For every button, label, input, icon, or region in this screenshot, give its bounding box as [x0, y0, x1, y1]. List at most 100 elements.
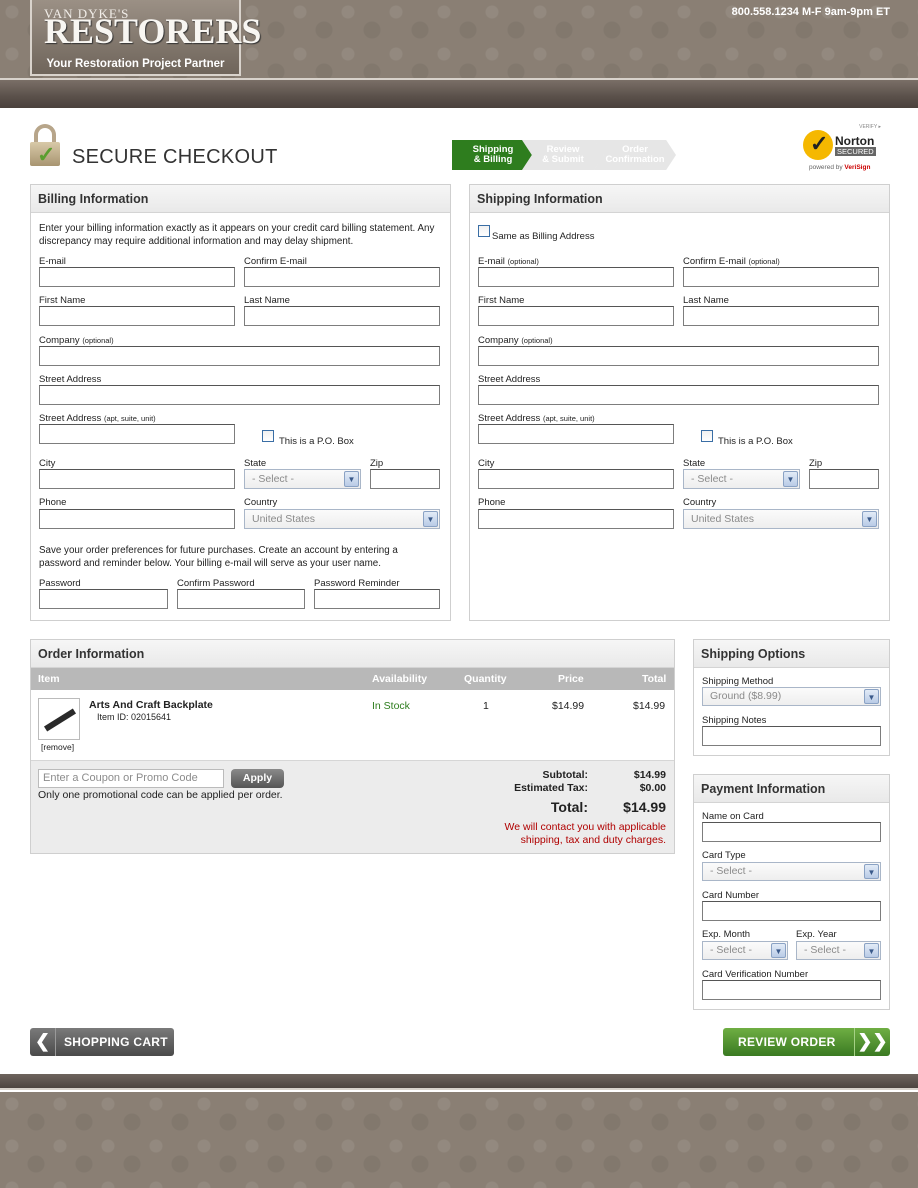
billing-phone-field[interactable] [39, 509, 235, 529]
subtotal-label: Subtotal: [542, 769, 589, 781]
exp-month-select[interactable]: - Select - ▼ [702, 941, 788, 960]
shipping-panel: Shipping Information Same as Billing Add… [469, 184, 890, 621]
shipping-notes-field[interactable] [702, 726, 881, 746]
subtotal-value: $14.99 [633, 769, 666, 781]
item-thumbnail[interactable] [38, 698, 80, 740]
promo-note: Only one promotional code can be applied… [38, 789, 283, 801]
billing-first-name-field[interactable] [39, 306, 235, 326]
billing-email-field[interactable] [39, 267, 235, 287]
item-availability: In Stock [372, 700, 410, 712]
billing-city-label: City [39, 458, 56, 469]
shipping-street2-field[interactable] [478, 424, 674, 444]
site-logo[interactable]: VAN DYKE'S RESTORERS Your Restoration Pr… [30, 0, 261, 76]
password-field[interactable] [39, 589, 168, 609]
tax-value: $0.00 [639, 782, 666, 794]
shipping-first-name-field[interactable] [478, 306, 674, 326]
billing-city-field[interactable] [39, 469, 235, 489]
order-panel: Order Information Item Availability Quan… [30, 639, 675, 854]
billing-state-select[interactable]: - Select - ▼ [244, 469, 361, 489]
step-order-confirmation: Order Confirmation [594, 140, 676, 170]
shipping-options-title: Shipping Options [694, 640, 889, 668]
same-as-billing-checkbox[interactable] [478, 225, 490, 237]
confirm-password-field[interactable] [177, 589, 305, 609]
shipping-state-label: State [683, 458, 706, 469]
billing-company-field[interactable] [39, 346, 440, 366]
step-shipping-billing: Shipping & Billing [452, 140, 534, 170]
tax-label: Estimated Tax: [514, 782, 588, 794]
shipping-phone-field[interactable] [478, 509, 674, 529]
shipping-last-name-field[interactable] [683, 306, 879, 326]
chevron-down-icon: ▼ [783, 471, 798, 487]
chevron-down-icon: ▼ [344, 471, 359, 487]
billing-title: Billing Information [31, 185, 450, 213]
review-order-button[interactable]: REVIEW ORDER ❯❯ [723, 1028, 890, 1056]
shipping-city-field[interactable] [478, 469, 674, 489]
billing-last-name-label: Last Name [244, 295, 290, 306]
billing-last-name-field[interactable] [244, 306, 440, 326]
card-type-select[interactable]: - Select - ▼ [702, 862, 881, 881]
shopping-cart-label: SHOPPING CART [64, 1035, 168, 1049]
phone-hours: 800.558.1234 M-F 9am-9pm ET [731, 6, 890, 18]
shipping-phone-label: Phone [478, 497, 506, 508]
shipping-method-select[interactable]: Ground ($8.99) ▼ [702, 687, 881, 706]
lock-icon: ✓ [30, 124, 62, 168]
confirm-password-label: Confirm Password [177, 578, 255, 589]
shipping-method-label: Shipping Method [702, 676, 774, 687]
shipping-confirm-email-label: Confirm E-mail (optional) [683, 256, 780, 267]
password-reminder-field[interactable] [314, 589, 440, 609]
remove-item-link[interactable]: [remove] [41, 742, 74, 752]
shipping-country-select[interactable]: United States ▼ [683, 509, 879, 529]
exp-year-select[interactable]: - Select - ▼ [796, 941, 881, 960]
order-table-header: Item Availability Quantity Price Total [31, 668, 674, 690]
billing-confirm-email-label: Confirm E-mail [244, 256, 307, 267]
col-price: Price [558, 673, 584, 685]
total-label: Total: [550, 799, 588, 815]
cvv-label: Card Verification Number [702, 969, 809, 980]
shipping-street-field[interactable] [478, 385, 879, 405]
norton-secured-badge[interactable]: VERIFY ▸ ✓ Norton SECURED powered by Ver… [803, 124, 887, 174]
shipping-company-field[interactable] [478, 346, 879, 366]
chevron-down-icon: ▼ [864, 943, 879, 958]
chevron-left-icon: ❮ [30, 1028, 56, 1056]
shipping-street2-label: Street Address (apt, suite, unit) [478, 413, 595, 424]
billing-po-box-checkbox[interactable] [262, 430, 274, 442]
cvv-field[interactable] [702, 980, 881, 1000]
password-reminder-label: Password Reminder [314, 578, 400, 589]
site-header: VAN DYKE'S RESTORERS Your Restoration Pr… [0, 0, 918, 78]
norton-check-icon: ✓ [803, 130, 833, 160]
apply-coupon-button[interactable]: Apply [231, 769, 284, 788]
billing-country-select[interactable]: United States ▼ [244, 509, 440, 529]
shipping-last-name-label: Last Name [683, 295, 729, 306]
shipping-confirm-email-field[interactable] [683, 267, 879, 287]
shipping-city-label: City [478, 458, 495, 469]
billing-confirm-email-field[interactable] [244, 267, 440, 287]
order-title: Order Information [31, 640, 674, 668]
header-band [0, 78, 918, 108]
coupon-input[interactable]: Enter a Coupon or Promo Code [38, 769, 224, 788]
billing-first-name-label: First Name [39, 295, 86, 306]
billing-zip-field[interactable] [370, 469, 440, 489]
double-chevron-right-icon: ❯❯ [854, 1028, 890, 1056]
contact-note-1: We will contact you with applicable [504, 821, 666, 833]
billing-street-field[interactable] [39, 385, 440, 405]
logo-restorers: RESTORERS [44, 11, 262, 51]
logo-tagline: Your Restoration Project Partner [46, 58, 225, 70]
shipping-po-box-checkbox[interactable] [701, 430, 713, 442]
shipping-zip-label: Zip [809, 458, 823, 469]
shipping-options-panel: Shipping Options Shipping Method Ground … [693, 639, 890, 756]
item-name[interactable]: Arts And Craft Backplate [89, 699, 213, 711]
name-on-card-label: Name on Card [702, 811, 764, 822]
shipping-company-label: Company (optional) [478, 335, 553, 346]
billing-panel: Billing Information Enter your billing i… [30, 184, 451, 621]
billing-state-label: State [244, 458, 267, 469]
shipping-zip-field[interactable] [809, 469, 879, 489]
name-on-card-field[interactable] [702, 822, 881, 842]
shopping-cart-button[interactable]: ❮ SHOPPING CART [30, 1028, 174, 1056]
shipping-email-field[interactable] [478, 267, 674, 287]
total-value: $14.99 [623, 799, 666, 815]
billing-street2-field[interactable] [39, 424, 235, 444]
chevron-down-icon: ▼ [862, 511, 877, 527]
chevron-down-icon: ▼ [864, 689, 879, 704]
shipping-state-select[interactable]: - Select - ▼ [683, 469, 800, 489]
card-number-field[interactable] [702, 901, 881, 921]
